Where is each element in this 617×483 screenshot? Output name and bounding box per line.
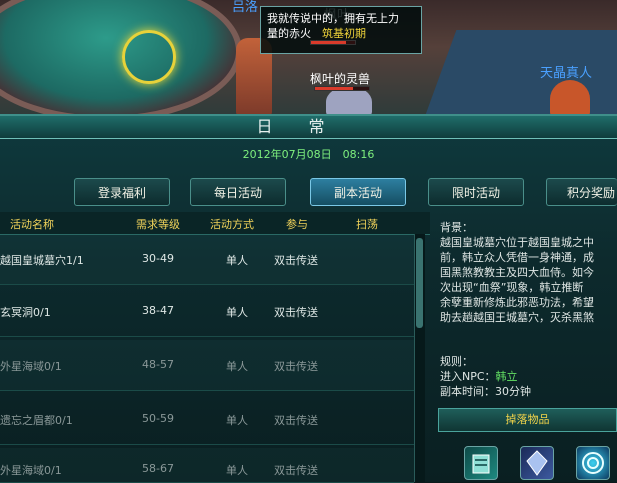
row-level: 58-67 (142, 462, 174, 475)
row-name: 越国皇城墓穴1/1 (0, 254, 84, 267)
row-level: 50-59 (142, 412, 174, 425)
npc-link[interactable]: 韩立 (496, 370, 518, 383)
col-mode: 活动方式 (210, 218, 254, 231)
panel-titlebar: 日常 (0, 116, 617, 139)
table-row[interactable]: 外星海域0/1 58-67 单人 双击传送 (0, 448, 414, 483)
npc-name-top[interactable]: 吕洛 (232, 0, 258, 15)
row-join[interactable]: 双击传送 (274, 304, 318, 320)
spiral-orb-icon[interactable] (576, 446, 610, 480)
detail-panel: 背景： 越国皇城墓穴位于越国皇城之中 前，韩立众人凭借一身神通，成 国黑煞教教主… (436, 214, 617, 482)
activity-list: 活动名称 需求等级 活动方式 参与 扫荡 越国皇城墓穴1/1 30-49 单人 … (0, 212, 430, 483)
pet-hp-bar (314, 86, 370, 91)
crystal-icon[interactable] (520, 446, 554, 480)
crystal-icon-glyph (526, 450, 548, 476)
col-sweep: 扫荡 (356, 218, 378, 231)
scrollbar-thumb[interactable] (416, 238, 423, 328)
row-mode: 单人 (226, 254, 248, 267)
row-mode: 单人 (226, 464, 248, 477)
background-section: 背景： 越国皇城墓穴位于越国皇城之中 前，韩立众人凭借一身神通，成 国黑煞教教主… (440, 220, 617, 325)
time-value: 30分钟 (495, 385, 531, 398)
datetime: 2012年07月08日 08:16 (242, 148, 375, 161)
npc-shrine[interactable] (550, 80, 590, 118)
row-name: 遗忘之眉都0/1 (0, 414, 73, 427)
pet-hp-fill (315, 87, 353, 90)
list-header: 活动名称 需求等级 活动方式 参与 扫荡 (0, 212, 430, 235)
rules-label: 规则： (440, 355, 473, 368)
col-join: 参与 (286, 218, 308, 231)
scroll-icon-glyph (472, 454, 490, 474)
quest-marker-icon[interactable] (122, 30, 176, 84)
background-label: 背景： (440, 221, 473, 234)
tab-login-reward[interactable]: 登录福利 (74, 178, 170, 206)
table-row[interactable]: 遗忘之眉都0/1 50-59 单人 双击传送 (0, 394, 414, 445)
fountain-pool (0, 0, 242, 118)
row-mode: 单人 (226, 414, 248, 427)
drops-header: 掉落物品 (438, 408, 617, 432)
chat-line-2: 量的赤火 筑基初期 (267, 26, 415, 41)
daily-panel: 日常 2012年07月08日 08:16 登录福利 每日活动 副本活动 限时活动… (0, 114, 617, 483)
col-level: 需求等级 (136, 218, 180, 231)
row-name: 外星海域0/1 (0, 360, 62, 373)
pet-name: 枫叶的灵兽 (310, 72, 371, 86)
time-label: 副本时间： (440, 385, 495, 398)
npc-label: 进入NPC： (440, 370, 496, 383)
tab-bar: 登录福利 每日活动 副本活动 限时活动 积分奖励 (0, 178, 617, 210)
player-hp-bar (310, 40, 356, 45)
game-scene[interactable]: 吕洛 枫叶 我就传说中的，拥有无上力 量的赤火 筑基初期 枫叶的灵兽 天晶真人 (0, 0, 617, 118)
row-join[interactable]: 双击传送 (274, 358, 318, 374)
tab-limited[interactable]: 限时活动 (428, 178, 524, 206)
tab-points-reward[interactable]: 积分奖励 (546, 178, 617, 206)
row-mode: 单人 (226, 360, 248, 373)
table-row[interactable]: 越国皇城墓穴1/1 30-49 单人 双击传送 (0, 234, 414, 285)
spiral-orb-icon-glyph (582, 452, 604, 474)
table-row[interactable]: 外星海域0/1 48-57 单人 双击传送 (0, 340, 414, 391)
tab-dungeon[interactable]: 副本活动 (310, 178, 406, 206)
chat-line-2-text: 量的赤火 (267, 27, 311, 40)
list-scrollbar[interactable] (414, 234, 425, 482)
realm-label: 筑基初期 (322, 27, 366, 40)
row-level: 30-49 (142, 252, 174, 265)
chat-bubble: 我就传说中的，拥有无上力 量的赤火 筑基初期 (260, 6, 422, 54)
row-join[interactable]: 双击传送 (274, 252, 318, 268)
time-line: 副本时间：30分钟 (440, 384, 617, 399)
row-level: 38-47 (142, 304, 174, 317)
tab-daily[interactable]: 每日活动 (190, 178, 286, 206)
row-name: 外星海域0/1 (0, 464, 62, 477)
rules-section: 规则： 进入NPC：韩立 副本时间：30分钟 (440, 354, 617, 399)
table-row[interactable]: 玄冥洞0/1 38-47 单人 双击传送 (0, 286, 414, 337)
panel-title: 日常 (256, 117, 361, 136)
background-text: 越国皇城墓穴位于越国皇城之中 前，韩立众人凭借一身神通，成 国黑煞教教主及四大血… (440, 236, 594, 324)
row-name: 玄冥洞0/1 (0, 306, 51, 319)
npc-name-right[interactable]: 天晶真人 (540, 62, 592, 81)
chat-line-1: 我就传说中的，拥有无上力 (267, 12, 399, 25)
row-join[interactable]: 双击传送 (274, 462, 318, 478)
npc-line: 进入NPC：韩立 (440, 369, 617, 384)
scroll-icon[interactable] (464, 446, 498, 480)
row-join[interactable]: 双击传送 (274, 412, 318, 428)
player-hp-fill (311, 41, 347, 44)
row-mode: 单人 (226, 306, 248, 319)
row-level: 48-57 (142, 358, 174, 371)
col-name: 活动名称 (10, 218, 54, 231)
